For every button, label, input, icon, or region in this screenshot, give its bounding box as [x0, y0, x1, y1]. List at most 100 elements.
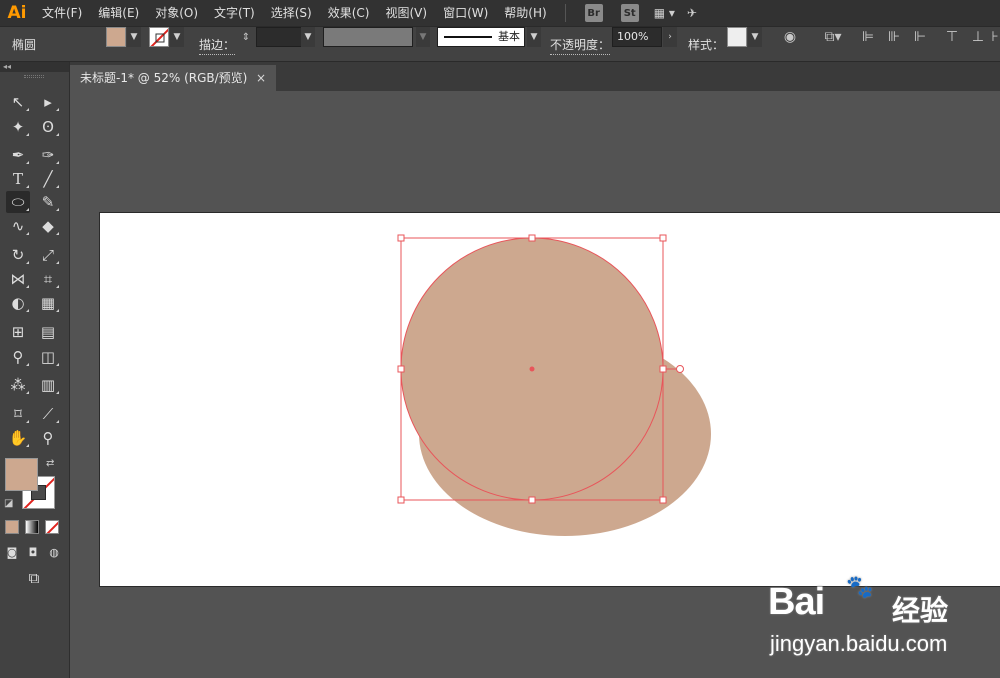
eraser-tool-icon[interactable]: ◆ [36, 215, 60, 237]
stroke-profile-label: 基本 [498, 30, 520, 43]
none-mode-button[interactable] [45, 520, 59, 534]
fill-swatch[interactable] [106, 27, 126, 47]
selection-type-label: 椭圆 [12, 38, 37, 52]
default-fill-stroke-icon[interactable]: ◪ [4, 498, 13, 509]
rotate-tool-icon[interactable]: ↻ [6, 244, 30, 266]
gradient-tool-icon[interactable]: ▤ [36, 321, 60, 343]
line-segment-tool-icon[interactable]: ╱ [36, 168, 60, 190]
pen-tool-icon[interactable]: ✒ [6, 144, 30, 166]
ellipse-tool-icon[interactable]: ⬭ [6, 191, 30, 213]
draw-normal-icon[interactable]: ◙ [3, 541, 21, 563]
center-point [529, 366, 535, 372]
magic-wand-tool-icon[interactable]: ✦ [6, 116, 30, 138]
menu-effect[interactable]: 效果(C) [320, 0, 378, 26]
eyedropper-tool-icon[interactable]: ⚲ [6, 346, 30, 368]
graphic-style-swatch[interactable] [727, 27, 747, 47]
align-vertical-center-icon[interactable]: ⊥ [968, 27, 988, 47]
menu-help[interactable]: 帮助(H) [496, 0, 554, 26]
toolbox-collapse-button[interactable]: ◂◂ [0, 62, 69, 72]
opacity-input[interactable]: 100% [612, 27, 662, 47]
align-bottom-icon[interactable]: ⊦ [990, 27, 1000, 47]
variable-width-dropdown-icon[interactable]: ▼ [416, 27, 430, 47]
menu-file[interactable]: 文件(F) [34, 0, 90, 26]
symbol-sprayer-tool-icon[interactable]: ⁂ [6, 374, 30, 396]
artboard-tool-icon[interactable]: ⌑ [6, 403, 30, 425]
lasso-tool-icon[interactable]: ʘ [36, 116, 60, 138]
watermark-url: jingyan.baidu.com [770, 631, 948, 656]
gpu-performance-icon[interactable]: ✈ [687, 0, 697, 26]
handle-bottom-left[interactable] [397, 496, 405, 504]
mesh-tool-icon[interactable]: ⊞ [6, 321, 30, 343]
opacity-expand-icon[interactable]: › [663, 27, 677, 47]
variable-width-profile[interactable] [323, 27, 413, 47]
fill-dropdown-icon[interactable]: ▼ [127, 27, 141, 47]
handle-middle-right[interactable] [659, 365, 667, 373]
bridge-button[interactable]: Br [584, 4, 603, 22]
fill-color-box[interactable] [5, 458, 38, 491]
document-tab[interactable]: 未标题-1* @ 52% (RGB/预览) × [70, 65, 276, 91]
slice-tool-icon[interactable]: ⟋ [36, 403, 60, 425]
menu-window[interactable]: 窗口(W) [435, 0, 496, 26]
stroke-weight-label[interactable]: 描边： [199, 27, 236, 55]
shape-options-icon[interactable]: ⧉▾ [820, 27, 846, 47]
handle-top-right[interactable] [659, 234, 667, 242]
color-mode-button[interactable] [5, 520, 19, 534]
style-dropdown-icon[interactable]: ▼ [748, 27, 762, 47]
selection-tool-icon[interactable]: ↖ [6, 91, 30, 113]
toolbox-grip[interactable] [24, 75, 44, 78]
app-logo: Ai [7, 3, 27, 23]
opacity-label[interactable]: 不透明度： [550, 27, 611, 55]
stroke-none-swatch[interactable] [149, 27, 169, 47]
control-bar: 椭圆 ▼ ▼ 描边： ⇕ ▼ ▼ 基本 ▼ 不透明度： 100% › 样式： ▼… [0, 26, 1000, 62]
stroke-dropdown-icon[interactable]: ▼ [170, 27, 184, 47]
handle-bottom-center[interactable] [528, 496, 536, 504]
curvature-tool-icon[interactable]: ✑ [36, 144, 60, 166]
close-tab-icon[interactable]: × [256, 65, 266, 91]
menu-type[interactable]: 文字(T) [206, 0, 263, 26]
style-label: 样式： [688, 38, 725, 52]
handle-top-left[interactable] [397, 234, 405, 242]
menu-bar: Ai 文件(F) 编辑(E) 对象(O) 文字(T) 选择(S) 效果(C) 视… [0, 0, 1000, 26]
handle-middle-left[interactable] [397, 365, 405, 373]
brush-definition-field[interactable]: 基本 [437, 27, 525, 47]
zoom-tool-icon[interactable]: ⚲ [36, 427, 60, 449]
swap-fill-stroke-icon[interactable]: ⇄ [46, 458, 54, 469]
align-top-icon[interactable]: ⊤ [942, 27, 962, 47]
align-left-icon[interactable]: ⊫ [858, 27, 878, 47]
gradient-mode-button[interactable] [25, 520, 39, 534]
align-right-icon[interactable]: ⊩ [910, 27, 930, 47]
document-tab-bar: 未标题-1* @ 52% (RGB/预览) × [70, 62, 1000, 91]
stroke-weight-input[interactable] [256, 27, 302, 47]
stroke-weight-dropdown-icon[interactable]: ▼ [301, 27, 315, 47]
hand-tool-icon[interactable]: ✋ [6, 427, 30, 449]
handle-top-center[interactable] [528, 234, 536, 242]
free-transform-tool-icon[interactable]: ⌗ [36, 268, 60, 290]
type-tool-icon[interactable]: T [6, 168, 30, 190]
menu-view[interactable]: 视图(V) [377, 0, 435, 26]
align-horizontal-center-icon[interactable]: ⊪ [884, 27, 904, 47]
menu-object[interactable]: 对象(O) [147, 0, 206, 26]
stroke-weight-stepper[interactable]: ⇕ [238, 27, 254, 47]
draw-behind-icon[interactable]: ◘ [24, 541, 42, 563]
shape-builder-tool-icon[interactable]: ◐ [6, 292, 30, 314]
change-screen-mode-icon[interactable]: ⧉ [21, 567, 47, 589]
menu-select[interactable]: 选择(S) [263, 0, 320, 26]
recolor-artwork-icon[interactable]: ◉ [780, 27, 800, 47]
stock-button[interactable]: St [620, 4, 639, 22]
stroke-line-preview [444, 36, 492, 38]
pie-widget-handle[interactable] [676, 365, 684, 373]
blend-tool-icon[interactable]: ◫ [36, 346, 60, 368]
workspace-layout-icon[interactable]: ▦ ▾ [654, 0, 675, 26]
perspective-grid-tool-icon[interactable]: ▦ [36, 292, 60, 314]
handle-bottom-right[interactable] [659, 496, 667, 504]
menu-edit[interactable]: 编辑(E) [90, 0, 147, 26]
paintbrush-tool-icon[interactable]: ✎ [36, 191, 60, 213]
draw-inside-icon[interactable]: ◍ [45, 541, 63, 563]
shaper-tool-icon[interactable]: ∿ [6, 215, 30, 237]
direct-selection-tool-icon[interactable]: ▸ [36, 91, 60, 113]
baidu-jingyan-watermark: Bai 🐾 经验 jingyan.baidu.com [768, 575, 998, 665]
scale-tool-icon[interactable]: ⤢ [36, 244, 60, 266]
width-tool-icon[interactable]: ⋈ [6, 268, 30, 290]
brush-dropdown-icon[interactable]: ▼ [527, 27, 541, 47]
column-graph-tool-icon[interactable]: ▥ [36, 374, 60, 396]
